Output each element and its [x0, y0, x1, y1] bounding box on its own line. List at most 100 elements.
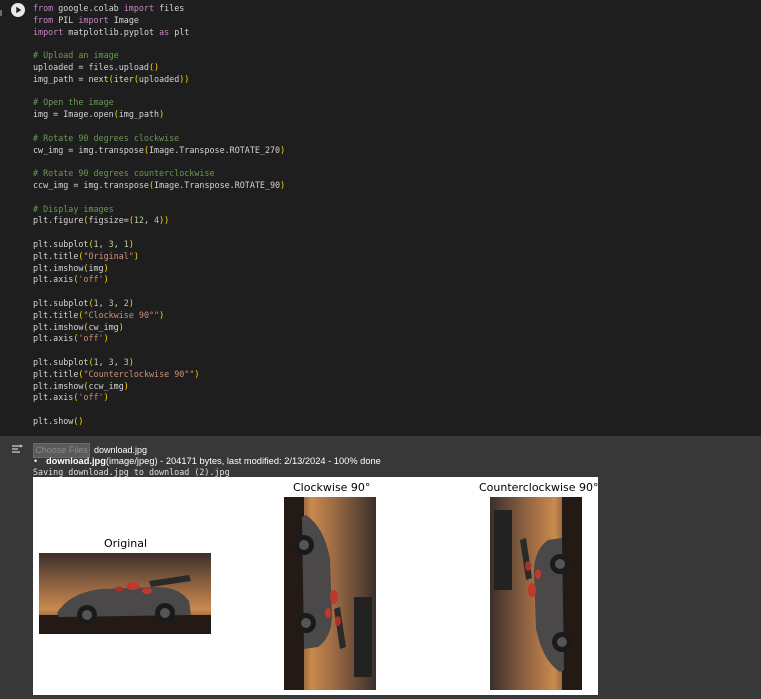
- code-token: "Clockwise 90°": [83, 309, 160, 320]
- upload-filename: download.jpg: [46, 456, 106, 466]
- image-counterclockwise: [490, 497, 582, 690]
- code-line: plt.subplot(1, 3, 2): [33, 297, 134, 309]
- code-token: # Rotate 90 degrees clockwise: [33, 132, 180, 143]
- code-line: from PIL import Image: [33, 14, 139, 26]
- code-token: 'off': [78, 392, 104, 403]
- code-line: # Display images: [33, 203, 114, 215]
- code-token: ): [123, 380, 129, 391]
- code-line: import matplotlib.pyplot as plt: [33, 26, 189, 38]
- code-token: ): [103, 392, 109, 403]
- code-token: plt.figure: [33, 215, 84, 226]
- code-token: ccw_img: [88, 380, 124, 391]
- code-token: ,: [113, 357, 124, 367]
- title-original: Original: [104, 537, 148, 550]
- code-line: # Upload an image: [33, 49, 119, 61]
- code-token: plt.subplot: [33, 298, 89, 308]
- code-token: 12: [133, 215, 144, 226]
- code-token: plt.imshow: [33, 380, 84, 391]
- code-line: img_path = next(iter(uploaded)): [33, 73, 189, 85]
- code-line: plt.title("Clockwise 90°"): [33, 309, 164, 321]
- code-line: plt.axis('off'): [33, 332, 109, 344]
- code-line: plt.figure(figsize=(12, 4)): [33, 214, 169, 226]
- image-original: [39, 553, 211, 634]
- code-token: ,: [113, 298, 124, 308]
- code-token: 'off': [78, 333, 104, 344]
- code-token: plt.axis: [33, 333, 74, 344]
- code-token: Image: [108, 14, 139, 25]
- code-token: plt.title: [33, 368, 79, 379]
- code-token: from: [33, 3, 54, 13]
- code-line: plt.imshow(cw_img): [33, 321, 124, 333]
- code-token: ,: [98, 357, 109, 367]
- code-token: img = Image.open: [33, 109, 114, 120]
- code-token: import: [33, 26, 64, 37]
- code-token: next: [88, 73, 109, 84]
- code-token: # Open the image: [33, 97, 114, 108]
- code-token: plt.axis: [33, 392, 74, 403]
- code-token: ): [103, 274, 109, 285]
- code-token: (): [73, 416, 84, 426]
- upload-detail: (image/jpeg) - 204171 bytes, last modifi…: [105, 456, 381, 466]
- code-line: img = Image.open(img_path): [33, 108, 164, 120]
- code-line: ccw_img = img.transpose(Image.Transpose.…: [33, 179, 285, 191]
- code-token: )): [159, 215, 170, 226]
- code-token: figsize=: [88, 215, 129, 226]
- code-token: cw_img: [88, 321, 119, 332]
- code-cell[interactable]: from google.colab import files from PIL i…: [0, 0, 761, 436]
- code-token: ): [128, 298, 134, 308]
- code-line: from google.colab import files: [33, 2, 184, 14]
- code-token: ): [118, 321, 124, 332]
- title-counterclockwise: Counterclockwise 90°: [479, 481, 599, 494]
- code-token: import: [78, 14, 109, 25]
- code-token: ccw_img = img.transpose: [33, 180, 149, 190]
- code-token: uploaded = files.upload: [33, 62, 149, 72]
- code-token: import: [123, 3, 155, 13]
- code-line: plt.axis('off'): [33, 391, 109, 403]
- code-token: matplotlib.pyplot: [63, 26, 160, 37]
- play-icon: [16, 6, 22, 14]
- code-token: ,: [98, 298, 109, 308]
- code-token: ): [159, 109, 165, 120]
- code-token: # Upload an image: [33, 50, 119, 61]
- code-token: plt.title: [33, 250, 79, 261]
- code-line: plt.subplot(1, 3, 1): [33, 238, 134, 250]
- code-token: img_path: [118, 109, 160, 120]
- run-cell-button[interactable]: [11, 3, 25, 17]
- cell-gutter-marker: [0, 10, 2, 16]
- code-token: # Display images: [33, 203, 114, 214]
- code-token: Image.Transpose.ROTATE_90: [154, 180, 281, 190]
- code-line: plt.subplot(1, 3, 3): [33, 356, 134, 368]
- code-line: plt.imshow(img): [33, 262, 109, 274]
- code-token: iter: [113, 73, 134, 84]
- code-token: plt.axis: [33, 274, 74, 285]
- code-token: 'off': [78, 274, 104, 285]
- code-token: # Rotate 90 degrees counterclockwise: [33, 168, 215, 179]
- code-token: ): [133, 250, 139, 261]
- code-token: plt.title: [33, 309, 79, 320]
- code-token: google.colab: [53, 3, 124, 13]
- code-line: # Open the image: [33, 96, 114, 108]
- code-token: ): [194, 368, 200, 379]
- code-token: ): [103, 333, 109, 344]
- code-token: files: [154, 3, 185, 13]
- code-line: uploaded = files.upload(): [33, 61, 159, 73]
- code-token: ,: [143, 215, 155, 226]
- code-token: ): [159, 309, 165, 320]
- code-token: ,: [113, 239, 124, 249]
- matplotlib-figure: Original Clockwise 90° Counterclockwise …: [33, 477, 599, 695]
- title-clockwise: Clockwise 90°: [293, 481, 371, 494]
- output-menu-icon[interactable]: [10, 442, 24, 456]
- code-token: )): [179, 73, 190, 84]
- code-token: from: [33, 14, 54, 25]
- code-token: ): [280, 144, 286, 155]
- code-token: cw_img = img.transpose: [33, 144, 144, 155]
- code-line: cw_img = img.transpose(Image.Transpose.R…: [33, 144, 285, 156]
- code-editor[interactable]: from google.colab import files from PIL i…: [33, 2, 753, 434]
- code-token: "Original": [83, 250, 134, 261]
- code-token: as: [159, 26, 170, 37]
- code-line: plt.axis('off'): [33, 273, 109, 285]
- code-token: ,: [98, 239, 109, 249]
- code-token: plt.subplot: [33, 357, 89, 367]
- code-token: uploaded: [138, 73, 180, 84]
- code-line: plt.title("Counterclockwise 90°"): [33, 368, 199, 380]
